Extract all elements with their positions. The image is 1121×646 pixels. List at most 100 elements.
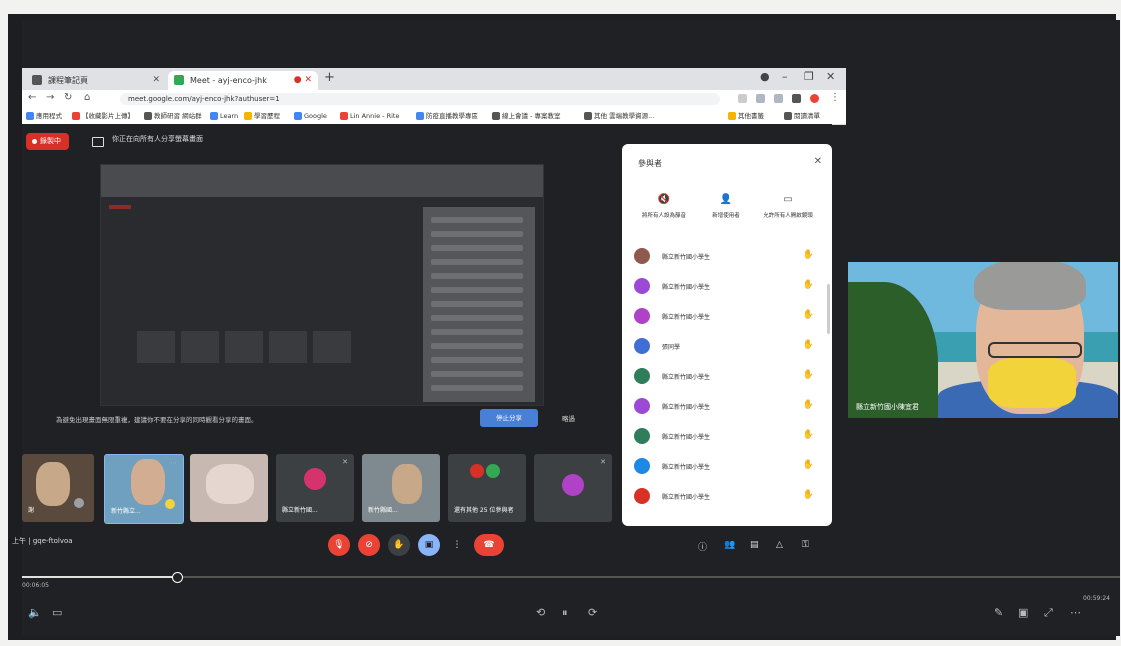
forward-icon[interactable]: ⟳ <box>588 606 597 619</box>
chat-icon[interactable]: ▤ <box>750 540 759 550</box>
meeting-details: 上午 | gqe-ftolvoa <box>12 537 73 545</box>
extension-icon[interactable] <box>774 94 783 103</box>
mic-off-icon: ✕ <box>342 458 348 466</box>
participant-tile[interactable]: 縣立新竹國... ✕ <box>276 454 354 522</box>
camera-all-button[interactable]: ▭ 允許所有人開啟鏡頭 <box>758 194 818 219</box>
hand-icon[interactable]: ✋ <box>803 370 814 380</box>
bookmark-item[interactable]: 閱讀清單 <box>784 110 820 122</box>
star-icon[interactable] <box>738 94 747 103</box>
shared-browser-bar <box>101 165 543 197</box>
minimize-icon[interactable]: – <box>782 70 788 83</box>
list-item[interactable]: 縣立新竹國小學生 ✋ <box>634 398 820 418</box>
active-speaker-tile[interactable]: 縣立新竹國小陳宜君 <box>848 262 1118 418</box>
bookmark-item[interactable]: Google <box>294 110 327 122</box>
subtitles-icon[interactable]: ▭ <box>52 606 62 619</box>
volume-icon[interactable]: 🔈 <box>28 606 42 619</box>
participant-tile[interactable] <box>190 454 268 522</box>
reload-icon[interactable]: ↻ <box>64 92 72 103</box>
mute-all-button[interactable]: 🔇 將所有人設為靜音 <box>634 194 694 219</box>
window-close-icon[interactable]: ✕ <box>826 70 835 83</box>
extension-icon[interactable] <box>756 94 765 103</box>
participant-tile[interactable]: ✕ <box>534 454 612 522</box>
forward-icon[interactable]: → <box>46 92 54 103</box>
mic-off-button[interactable]: 🎙 <box>328 534 350 556</box>
avatar[interactable] <box>810 94 819 103</box>
tab-notes[interactable]: 課程筆記頁 ✕ <box>26 71 166 90</box>
camera-icon: ▭ <box>783 194 793 205</box>
stop-sharing-button[interactable]: 停止分享 <box>480 409 538 427</box>
hand-icon[interactable]: ✋ <box>803 280 814 290</box>
list-item[interactable]: 縣立新竹國小學生 ✋ <box>634 248 820 268</box>
bookmark-item[interactable]: 其他 雲端教學資源... <box>584 110 654 122</box>
bookmark-item[interactable]: 線上會議 - 專案教室 <box>492 110 560 122</box>
lock-icon[interactable]: ⚿ <box>802 540 809 550</box>
list-item[interactable]: 張同學 ✋ <box>634 338 820 358</box>
bookmark-item[interactable]: 學習歷程 <box>244 110 280 122</box>
bookmark-item[interactable]: Learn <box>210 110 238 122</box>
participant-strip: 謝 新竹縣立... ⋯ 縣立新竹國... ✕ 新竹縣國... 還有其他 25 位… <box>22 454 622 524</box>
avatar <box>634 308 650 324</box>
new-tab-icon[interactable]: + <box>324 70 335 85</box>
bookmark-item[interactable]: 防疫直播教學專區 <box>416 110 478 122</box>
participant-tile-group[interactable]: 還有其他 25 位參與者 <box>448 454 526 522</box>
timeline-handle[interactable] <box>171 572 183 583</box>
people-icon[interactable]: 👥 <box>724 540 735 550</box>
maximize-icon[interactable]: ❐ <box>804 70 814 83</box>
hand-icon[interactable]: ✋ <box>803 490 814 500</box>
bookmark-item[interactable]: 應用程式 <box>26 110 62 122</box>
hand-icon[interactable]: ✋ <box>803 460 814 470</box>
more-options-icon[interactable]: ⋯ <box>170 459 177 467</box>
close-icon[interactable]: ● ✕ <box>294 71 312 90</box>
activities-icon[interactable]: △ <box>776 540 783 550</box>
extension-icon[interactable] <box>792 94 801 103</box>
dismiss-button[interactable]: 略過 <box>562 413 575 423</box>
hand-icon[interactable]: ✋ <box>803 310 814 320</box>
list-item[interactable]: 縣立新竹國小學生 ✋ <box>634 368 820 388</box>
participant-tile[interactable]: 新竹縣立... ⋯ <box>104 454 184 524</box>
list-item[interactable]: 縣立新竹國小學生 ✋ <box>634 428 820 448</box>
scrollbar[interactable] <box>827 284 830 334</box>
edit-icon[interactable]: ✎ <box>994 606 1003 619</box>
close-icon[interactable]: ✕ <box>152 71 160 90</box>
bookmark-icon <box>492 112 500 120</box>
bookmark-icon <box>210 112 218 120</box>
info-icon[interactable]: ⓘ <box>698 540 707 553</box>
list-item[interactable]: 縣立新竹國小學生 ✋ <box>634 458 820 478</box>
rewind-icon[interactable]: ⟲ <box>536 606 545 619</box>
cast-icon[interactable]: ▣ <box>1018 606 1028 619</box>
list-item[interactable]: 縣立新竹國小學生 ✋ <box>634 278 820 298</box>
leave-call-button[interactable]: ☎ <box>474 534 504 556</box>
profile-icon[interactable]: ● <box>760 70 770 83</box>
video-timeline[interactable] <box>22 570 1120 584</box>
url-input[interactable]: meet.google.com/ayj-enco-jhk?authuser=1 <box>120 93 720 105</box>
present-button[interactable]: ▣ <box>418 534 440 556</box>
bookmark-item[interactable]: 其他書籤 <box>728 110 764 122</box>
tab-meet[interactable]: Meet - ayj-enco-jhk ● ✕ <box>168 71 318 90</box>
hand-icon[interactable]: ✋ <box>803 250 814 260</box>
more-options-icon[interactable]: ⋯ <box>1070 606 1081 619</box>
bookmark-item[interactable]: 教師研習 網站群 <box>144 110 202 122</box>
more-options-button[interactable]: ⋮ <box>446 534 468 556</box>
close-icon[interactable]: ✕ <box>814 156 822 167</box>
shared-menu <box>423 207 535 402</box>
hand-icon[interactable]: ✋ <box>803 340 814 350</box>
raise-hand-button[interactable]: ✋ <box>388 534 410 556</box>
participant-tile[interactable]: 謝 <box>22 454 94 522</box>
add-people-button[interactable]: 👤 新增使用者 <box>696 194 756 219</box>
camera-off-button[interactable]: ⊘ <box>358 534 380 556</box>
browser-tab-bar: 課程筆記頁 ✕ Meet - ayj-enco-jhk ● ✕ + ● – ❐ … <box>22 68 846 90</box>
participant-tile[interactable]: 新竹縣國... <box>362 454 440 522</box>
home-icon[interactable]: ⌂ <box>84 92 90 103</box>
bookmark-item[interactable]: 【收藏影片上傳】 <box>72 110 134 122</box>
google-icon <box>294 112 302 120</box>
pause-icon[interactable]: ⏸ <box>562 606 568 620</box>
menu-icon[interactable]: ⋮ <box>830 92 840 103</box>
list-item[interactable]: 縣立新竹國小學生 ✋ <box>634 308 820 328</box>
back-icon[interactable]: ← <box>28 92 36 103</box>
list-item[interactable]: 縣立新竹國小學生 ✋ <box>634 488 820 508</box>
bookmark-item[interactable]: Lin Annie - Rite <box>340 110 399 122</box>
hand-icon[interactable]: ✋ <box>803 430 814 440</box>
fullscreen-icon[interactable]: ⤢ <box>1044 606 1053 620</box>
mirror-warning: 為避免出現畫面無限重複，建議你不要在分享的同時觀看分享的畫面。 <box>56 416 258 424</box>
hand-icon[interactable]: ✋ <box>803 400 814 410</box>
